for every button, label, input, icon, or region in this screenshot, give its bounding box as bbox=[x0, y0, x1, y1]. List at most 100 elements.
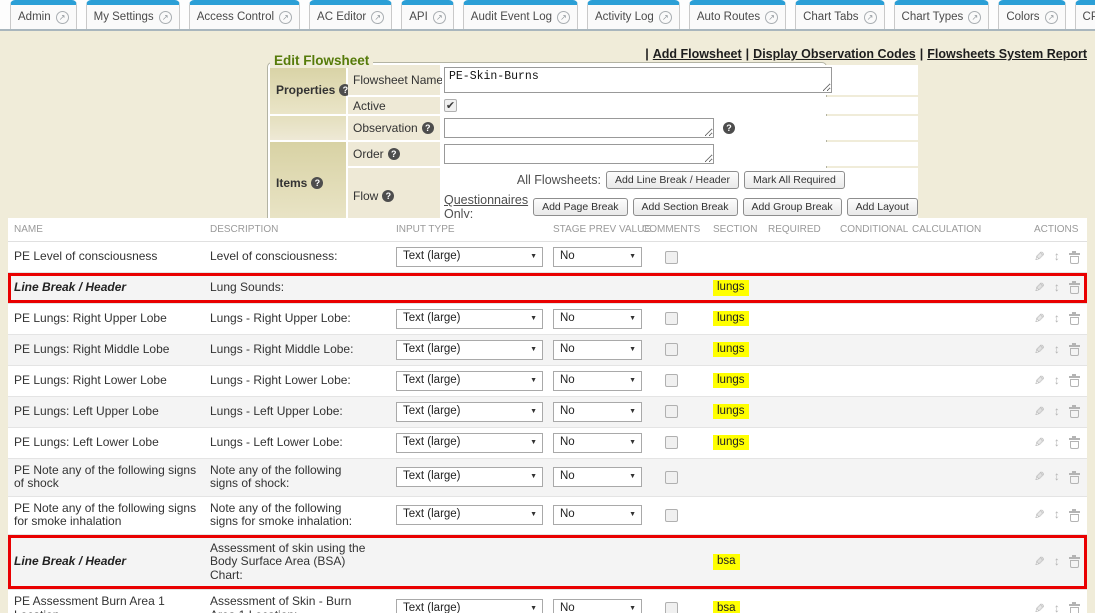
input-type-select[interactable]: Text (large)▼ bbox=[396, 247, 543, 267]
stage-prev-value-select[interactable]: No▼ bbox=[553, 340, 642, 360]
move-icon[interactable]: ↕ bbox=[1054, 470, 1060, 484]
stage-prev-value-select[interactable]: No▼ bbox=[553, 467, 642, 487]
delete-icon[interactable] bbox=[1069, 281, 1080, 294]
move-icon[interactable]: ↕ bbox=[1054, 405, 1060, 419]
stage-prev-value-select[interactable]: No▼ bbox=[553, 433, 642, 453]
edit-icon[interactable]: ✎ bbox=[1034, 436, 1045, 450]
comments-checkbox[interactable] bbox=[665, 312, 678, 325]
observation-input[interactable] bbox=[444, 118, 714, 138]
item-description: Lung Sounds: bbox=[210, 281, 284, 295]
tab-admin[interactable]: Admin ↗ bbox=[10, 0, 77, 29]
add-section-break-button[interactable]: Add Section Break bbox=[633, 198, 738, 216]
delete-icon[interactable] bbox=[1069, 436, 1080, 449]
delete-icon[interactable] bbox=[1069, 471, 1080, 484]
stage-prev-value-select[interactable]: No▼ bbox=[553, 371, 642, 391]
edit-icon[interactable]: ✎ bbox=[1034, 508, 1045, 522]
move-icon[interactable]: ↕ bbox=[1054, 555, 1060, 569]
tab-auto-routes[interactable]: Auto Routes ↗ bbox=[689, 0, 786, 29]
help-icon[interactable]: ? bbox=[311, 177, 323, 189]
active-checkbox[interactable]: ✔ bbox=[444, 99, 457, 112]
move-icon[interactable]: ↕ bbox=[1054, 250, 1060, 264]
input-type-select[interactable]: Text (large)▼ bbox=[396, 433, 543, 453]
delete-icon[interactable] bbox=[1069, 251, 1080, 264]
tab-access-control[interactable]: Access Control ↗ bbox=[189, 0, 300, 29]
comments-checkbox[interactable] bbox=[665, 509, 678, 522]
delete-icon[interactable] bbox=[1069, 509, 1080, 522]
input-type-select[interactable]: Text (large)▼ bbox=[396, 402, 543, 422]
add-layout-button[interactable]: Add Layout bbox=[847, 198, 918, 216]
section-tag: lungs bbox=[713, 280, 749, 296]
properties-section-spacer bbox=[270, 116, 346, 140]
tab-api[interactable]: API ↗ bbox=[401, 0, 454, 29]
delete-icon[interactable] bbox=[1069, 555, 1080, 568]
delete-icon[interactable] bbox=[1069, 405, 1080, 418]
input-type-select[interactable]: Text (large)▼ bbox=[396, 309, 543, 329]
tab-my-settings[interactable]: My Settings ↗ bbox=[86, 0, 180, 29]
edit-icon[interactable]: ✎ bbox=[1034, 343, 1045, 357]
edit-icon[interactable]: ✎ bbox=[1034, 312, 1045, 326]
item-name: PE Lungs: Right Middle Lobe bbox=[14, 343, 169, 357]
help-icon[interactable]: ? bbox=[388, 148, 400, 160]
stage-prev-value-select[interactable]: No▼ bbox=[553, 309, 642, 329]
move-icon[interactable]: ↕ bbox=[1054, 602, 1060, 613]
add-line-break-header-button[interactable]: Add Line Break / Header bbox=[606, 171, 739, 189]
input-type-select[interactable]: Text (large)▼ bbox=[396, 340, 543, 360]
delete-icon[interactable] bbox=[1069, 602, 1080, 613]
comments-checkbox[interactable] bbox=[665, 405, 678, 418]
edit-icon[interactable]: ✎ bbox=[1034, 602, 1045, 613]
tab-colors[interactable]: Colors ↗ bbox=[998, 0, 1065, 29]
stage-prev-value-select[interactable]: No▼ bbox=[553, 247, 642, 267]
comments-checkbox[interactable] bbox=[665, 343, 678, 356]
edit-icon[interactable]: ✎ bbox=[1034, 250, 1045, 264]
add-page-break-button[interactable]: Add Page Break bbox=[533, 198, 627, 216]
delete-icon[interactable] bbox=[1069, 374, 1080, 387]
stage-prev-value-select[interactable]: No▼ bbox=[553, 505, 642, 525]
line-break-row: Line Break / Header Assessment of skin u… bbox=[8, 535, 1087, 591]
comments-checkbox[interactable] bbox=[665, 374, 678, 387]
input-type-select[interactable]: Text (large)▼ bbox=[396, 505, 543, 525]
delete-icon[interactable] bbox=[1069, 343, 1080, 356]
table-row: PE Lungs: Right Middle Lobe Lungs - Righ… bbox=[8, 335, 1087, 366]
edit-icon[interactable]: ✎ bbox=[1034, 405, 1045, 419]
move-icon[interactable]: ↕ bbox=[1054, 436, 1060, 450]
toolbar-link-flowsheets-system-report[interactable]: Flowsheets System Report bbox=[927, 47, 1087, 61]
help-icon[interactable]: ? bbox=[382, 190, 394, 202]
edit-icon[interactable]: ✎ bbox=[1034, 281, 1045, 295]
column-header-comments: COMMENTS bbox=[642, 224, 700, 235]
table-row: PE Lungs: Right Upper Lobe Lungs - Right… bbox=[8, 304, 1087, 335]
toolbar-link-display-observation-codes[interactable]: Display Observation Codes bbox=[753, 47, 916, 61]
comments-checkbox[interactable] bbox=[665, 602, 678, 613]
move-icon[interactable]: ↕ bbox=[1054, 312, 1060, 326]
mark-all-required-button[interactable]: Mark All Required bbox=[744, 171, 845, 189]
stage-prev-value-select[interactable]: No▼ bbox=[553, 402, 642, 422]
toolbar-link-add-flowsheet[interactable]: Add Flowsheet bbox=[653, 47, 742, 61]
tab-cpt-codes[interactable]: CPT Codes ↗ bbox=[1075, 0, 1095, 29]
comments-checkbox[interactable] bbox=[665, 251, 678, 264]
input-type-select[interactable]: Text (large)▼ bbox=[396, 599, 543, 613]
comments-checkbox[interactable] bbox=[665, 471, 678, 484]
edit-icon[interactable]: ✎ bbox=[1034, 555, 1045, 569]
edit-icon[interactable]: ✎ bbox=[1034, 470, 1045, 484]
move-icon[interactable]: ↕ bbox=[1054, 281, 1060, 295]
help-icon[interactable]: ? bbox=[723, 122, 735, 134]
move-icon[interactable]: ↕ bbox=[1054, 374, 1060, 388]
tab-ac-editor[interactable]: AC Editor ↗ bbox=[309, 0, 392, 29]
move-icon[interactable]: ↕ bbox=[1054, 508, 1060, 522]
tab-audit-event-log[interactable]: Audit Event Log ↗ bbox=[463, 0, 578, 29]
add-group-break-button[interactable]: Add Group Break bbox=[743, 198, 842, 216]
edit-icon[interactable]: ✎ bbox=[1034, 374, 1045, 388]
table-row: PE Note any of the following signs of sh… bbox=[8, 459, 1087, 497]
tab-chart-tabs[interactable]: Chart Tabs ↗ bbox=[795, 0, 884, 29]
order-input[interactable] bbox=[444, 144, 714, 164]
tab-chart-types[interactable]: Chart Types ↗ bbox=[894, 0, 990, 29]
delete-icon[interactable] bbox=[1069, 312, 1080, 325]
move-icon[interactable]: ↕ bbox=[1054, 343, 1060, 357]
input-type-select[interactable]: Text (large)▼ bbox=[396, 371, 543, 391]
flowsheet-name-input[interactable] bbox=[444, 67, 832, 93]
tab-activity-log[interactable]: Activity Log ↗ bbox=[587, 0, 680, 29]
item-name: Line Break / Header bbox=[14, 281, 126, 295]
comments-checkbox[interactable] bbox=[665, 436, 678, 449]
help-icon[interactable]: ? bbox=[422, 122, 434, 134]
stage-prev-value-select[interactable]: No▼ bbox=[553, 599, 642, 613]
input-type-select[interactable]: Text (large)▼ bbox=[396, 467, 543, 487]
